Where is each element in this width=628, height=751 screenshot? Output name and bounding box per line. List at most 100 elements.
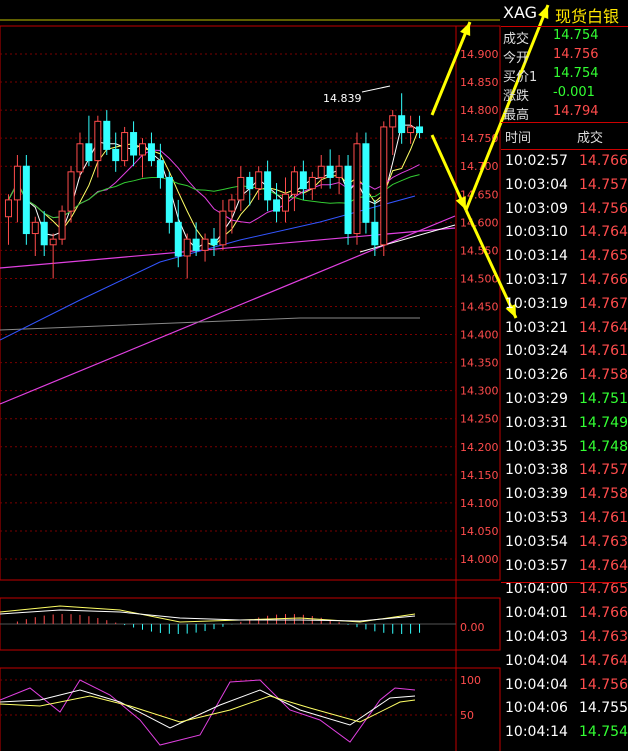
tick-row[interactable]: 10:04:14 14.754 <box>501 721 628 744</box>
candle-body <box>416 126 424 134</box>
tick-row[interactable]: 10:03:57 14.764 <box>501 555 628 578</box>
quote-value: 14.756 <box>553 47 599 62</box>
candle-body <box>317 165 325 178</box>
ticks-header-time: 时间 <box>505 131 532 146</box>
ticks-header-price: 成交 <box>577 131 604 146</box>
candle-body <box>353 143 361 235</box>
tick-time: 10:04:06 <box>505 700 568 717</box>
tick-price: 14.748 <box>579 438 628 455</box>
tick-row[interactable]: 10:03:26 14.758 <box>501 364 628 387</box>
candle-body <box>165 176 173 223</box>
price-chart[interactable]: 14.90014.85014.80014.75014.70014.65014.6… <box>0 0 550 751</box>
tick-time: 10:03:21 <box>505 319 568 336</box>
tick-time: 10:04:01 <box>505 605 568 622</box>
candle-body <box>273 199 281 212</box>
candle-body <box>76 143 84 173</box>
y-tick-label: 14.900 <box>460 48 499 61</box>
candle-body <box>308 176 316 190</box>
tick-row[interactable]: 10:03:17 14.766 <box>501 269 628 292</box>
tick-time: 10:04:14 <box>505 724 568 741</box>
quote-panel: XAG 现货白银 成交 14.754 今开 14.756 买价1 14.754 涨跌 -0.0… <box>501 0 628 751</box>
tick-row[interactable]: 10:03:04 14.757 <box>501 174 628 197</box>
tick-row[interactable]: 10:03:53 14.761 <box>501 507 628 530</box>
tick-row[interactable]: 10:03:21 14.764 <box>501 317 628 340</box>
tick-row[interactable]: 10:04:03 14.763 <box>501 626 628 649</box>
y-tick-label: 14.350 <box>460 357 499 370</box>
candle-body <box>49 238 57 246</box>
tick-price: 14.758 <box>579 367 628 384</box>
tick-row[interactable]: 10:03:39 14.758 <box>501 483 628 506</box>
y-tick-label: 14.150 <box>460 469 499 482</box>
tick-row[interactable]: 10:03:14 14.765 <box>501 245 628 268</box>
tick-row[interactable]: 10:04:04 14.756 <box>501 674 628 697</box>
y-tick-label: 14.400 <box>460 329 499 342</box>
tick-row[interactable]: 10:03:29 14.751 <box>501 388 628 411</box>
tick-price: 14.755 <box>579 700 628 717</box>
candle-body <box>201 238 209 251</box>
tick-price: 14.764 <box>579 224 628 241</box>
symbol-title: XAG 现货白银 <box>501 0 628 27</box>
symbol-code: XAG <box>503 3 538 22</box>
y-tick-label: 14.850 <box>460 76 499 89</box>
candle-body <box>4 199 12 218</box>
candle-body <box>40 221 48 246</box>
tick-row[interactable]: 10:03:09 14.756 <box>501 198 628 221</box>
tick-time: 10:03:57 <box>505 557 568 574</box>
candle-body <box>335 165 343 178</box>
tick-time: 10:02:57 <box>505 153 568 169</box>
tick-price: 14.761 <box>579 343 628 360</box>
tick-price: 14.765 <box>579 248 628 265</box>
tick-row[interactable]: 10:03:35 14.748 <box>501 436 628 459</box>
tick-row[interactable]: 10:04:04 14.764 <box>501 650 628 673</box>
tick-price: 14.751 <box>579 391 628 407</box>
candlesticks <box>4 93 424 279</box>
candle-body <box>246 176 254 190</box>
tick-time: 10:03:14 <box>505 248 568 265</box>
tick-time: 10:03:39 <box>505 486 568 503</box>
tick-time: 10:03:53 <box>505 510 568 526</box>
tick-row[interactable]: 10:03:19 14.767 <box>501 293 628 316</box>
tick-price: 14.763 <box>579 533 628 550</box>
kdj-j <box>0 679 416 746</box>
tick-row[interactable]: 10:03:38 14.757 <box>501 459 628 482</box>
candle-body <box>121 132 129 162</box>
y-tick-label: 14.300 <box>460 385 499 398</box>
tick-time: 10:04:03 <box>505 629 568 645</box>
tick-row[interactable]: 10:03:31 14.749 <box>501 412 628 435</box>
tick-row[interactable]: 10:04:06 14.755 <box>501 697 628 720</box>
candle-body <box>380 126 388 246</box>
tick-time: 10:03:04 <box>505 176 568 193</box>
tick-time: 10:03:09 <box>505 200 568 217</box>
tick-price: 14.756 <box>579 200 628 217</box>
candle-body <box>219 210 227 246</box>
candle-body <box>13 165 21 201</box>
tick-row[interactable]: 10:03:54 14.763 <box>501 531 628 554</box>
candle-body <box>183 238 191 257</box>
y-tick-label: 14.800 <box>460 104 499 117</box>
y-tick-label: 14.450 <box>460 301 499 314</box>
y-tick-label: 14.650 <box>460 188 499 201</box>
candle-body <box>94 120 102 162</box>
candle-body <box>210 238 218 246</box>
tick-price: 14.757 <box>579 176 628 193</box>
tick-price: 14.764 <box>579 557 628 574</box>
tick-price: 14.766 <box>579 605 628 622</box>
candle-body <box>228 199 236 212</box>
tick-row[interactable]: 10:04:01 14.766 <box>501 602 628 625</box>
tick-price: 14.754 <box>579 724 628 741</box>
tick-row[interactable]: 10:03:10 14.764 <box>501 221 628 244</box>
quote-row: 今开 14.756 <box>501 45 628 66</box>
kdj-panel: 100 50 <box>0 667 501 751</box>
candle-body <box>22 165 30 235</box>
tick-row[interactable]: 10:02:57 14.766 <box>501 150 628 173</box>
y-tick-label: 14.600 <box>460 216 499 229</box>
tick-row[interactable]: 10:03:24 14.761 <box>501 340 628 363</box>
tick-time: 10:03:19 <box>505 295 568 312</box>
candle-body <box>299 171 307 190</box>
candle-body <box>362 143 370 223</box>
tick-time: 10:04:04 <box>505 676 568 693</box>
candle-body <box>264 171 272 201</box>
chart-grid <box>0 19 501 751</box>
candle-body <box>281 193 289 212</box>
candle-body <box>389 115 397 128</box>
